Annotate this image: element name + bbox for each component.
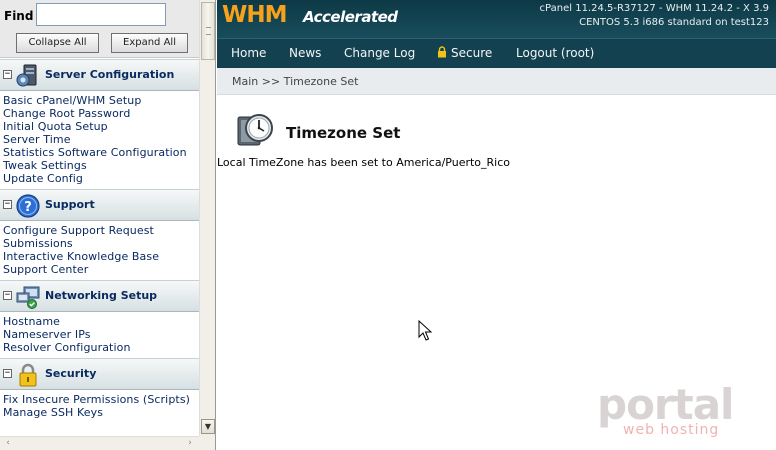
link-statistics-software[interactable]: Statistics Software Configuration xyxy=(3,146,199,159)
collapse-toggle-icon[interactable]: − xyxy=(3,291,12,300)
timezone-clock-icon xyxy=(237,114,273,146)
collapse-toggle-icon[interactable]: − xyxy=(3,70,12,79)
page-title: Timezone Set xyxy=(286,124,401,142)
mouse-cursor-icon xyxy=(418,320,432,341)
sidebar-nav-list: − Server Configuration Basic cPanel/WHM … xyxy=(0,59,199,436)
svg-text:?: ? xyxy=(24,200,32,215)
whm-logo: WHM xyxy=(222,2,288,28)
sidebar-vertical-scrollbar[interactable]: ▼ xyxy=(199,0,215,436)
section-header-support[interactable]: − ? Support xyxy=(0,189,199,221)
nav-secure-label: Secure xyxy=(451,46,493,60)
section-header-networking-setup[interactable]: − Networking Setup xyxy=(0,280,199,312)
scroll-left-arrow-icon[interactable]: ‹ xyxy=(2,438,14,450)
main-content: WHM Accelerated cPanel 11.24.5-R37127 - … xyxy=(217,0,776,450)
nav-logout[interactable]: Logout (root) xyxy=(516,46,594,60)
section-links-security: Fix Insecure Permissions (Scripts) Manag… xyxy=(0,390,199,423)
collapse-toggle-icon[interactable]: − xyxy=(3,369,12,378)
server-config-icon xyxy=(16,64,37,87)
link-tweak-settings[interactable]: Tweak Settings xyxy=(3,159,199,172)
status-message: Local TimeZone has been set to America/P… xyxy=(217,156,511,169)
collapse-all-button[interactable]: Collapse All xyxy=(16,33,99,53)
scrollbar-thumb[interactable] xyxy=(201,2,215,60)
section-header-security[interactable]: − Security xyxy=(0,358,199,390)
link-basic-setup[interactable]: Basic cPanel/WHM Setup xyxy=(3,94,199,107)
watermark-subtitle: web hosting xyxy=(623,422,720,438)
version-info: cPanel 11.24.5-R37127 - WHM 11.24.2 - X … xyxy=(539,3,769,14)
nav-secure[interactable]: Secure xyxy=(437,46,492,60)
link-server-time[interactable]: Server Time xyxy=(3,133,199,146)
server-info: CENTOS 5.3 i686 standard on test123 xyxy=(579,17,769,28)
networking-icon xyxy=(16,286,40,309)
link-nameserver-ips[interactable]: Nameserver IPs xyxy=(3,328,199,341)
link-configure-support-request[interactable]: Configure Support Request Submissions xyxy=(3,224,199,250)
link-initial-quota-setup[interactable]: Initial Quota Setup xyxy=(3,120,199,133)
nav-news[interactable]: News xyxy=(289,46,321,60)
link-manage-ssh-keys[interactable]: Manage SSH Keys xyxy=(3,406,199,419)
support-question-icon: ? xyxy=(16,194,40,218)
find-label: Find xyxy=(4,9,34,23)
breadcrumb-bar: Main >> Timezone Set xyxy=(217,68,776,95)
section-links-server-configuration: Basic cPanel/WHM Setup Change Root Passw… xyxy=(0,91,199,189)
scroll-down-arrow-icon[interactable]: ▼ xyxy=(201,419,215,434)
section-header-server-configuration[interactable]: − Server Configuration xyxy=(0,59,199,91)
nav-change-log[interactable]: Change Log xyxy=(344,46,415,60)
breadcrumb[interactable]: Main >> Timezone Set xyxy=(232,75,358,88)
link-knowledge-base[interactable]: Interactive Knowledge Base xyxy=(3,250,199,263)
link-change-root-password[interactable]: Change Root Password xyxy=(3,107,199,120)
link-resolver-configuration[interactable]: Resolver Configuration xyxy=(3,341,199,354)
section-title: Networking Setup xyxy=(45,289,158,302)
link-hostname[interactable]: Hostname xyxy=(3,315,199,328)
top-nav-bar: Home News Change Log Secure Logout (root… xyxy=(217,38,776,68)
expand-all-button[interactable]: Expand All xyxy=(111,33,188,53)
scroll-right-arrow-icon[interactable]: › xyxy=(184,438,196,450)
scrollbar-corner xyxy=(199,436,215,450)
section-title: Server Configuration xyxy=(45,68,175,81)
top-banner: WHM Accelerated cPanel 11.24.5-R37127 - … xyxy=(217,0,776,38)
section-title: Support xyxy=(45,198,95,211)
link-update-config[interactable]: Update Config xyxy=(3,172,199,185)
link-fix-insecure-permissions[interactable]: Fix Insecure Permissions (Scripts) xyxy=(3,393,199,406)
sidebar-horizontal-scrollbar[interactable]: ‹ › xyxy=(0,436,199,450)
section-links-networking-setup: Hostname Nameserver IPs Resolver Configu… xyxy=(0,312,199,358)
collapse-toggle-icon[interactable]: − xyxy=(3,200,12,209)
whm-logo-tagline: Accelerated xyxy=(303,8,398,26)
nav-home[interactable]: Home xyxy=(231,46,266,60)
find-panel: Find Collapse All Expand All xyxy=(0,0,199,58)
padlock-icon xyxy=(19,363,37,387)
link-support-center[interactable]: Support Center xyxy=(3,263,199,276)
section-title: Security xyxy=(45,367,97,380)
lock-icon xyxy=(438,46,446,58)
sidebar: Find Collapse All Expand All − Server Co… xyxy=(0,0,216,450)
section-links-support: Configure Support Request Submissions In… xyxy=(0,221,199,280)
portal-watermark-logo: portal web hosting xyxy=(597,380,767,445)
find-input[interactable] xyxy=(36,3,166,26)
